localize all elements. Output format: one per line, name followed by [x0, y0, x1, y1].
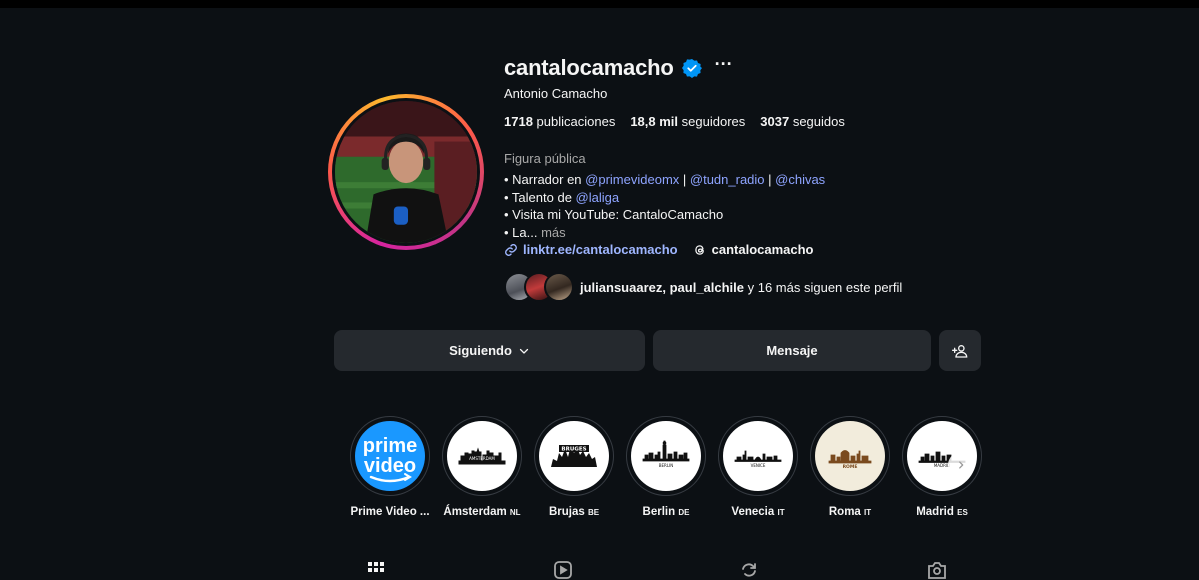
- external-link[interactable]: linktr.ee/cantalocamacho: [523, 242, 678, 257]
- followers-count[interactable]: 18,8 mil seguidores: [630, 114, 745, 129]
- username: cantalocamacho: [504, 55, 674, 80]
- reposts-tab-icon[interactable]: [739, 560, 759, 580]
- reels-tab-icon[interactable]: [553, 560, 573, 580]
- following-button[interactable]: Siguiendo: [334, 330, 645, 371]
- highlight-venecia[interactable]: VENICE Venecia IT: [712, 416, 804, 518]
- bio-line-4: • La... más: [504, 224, 566, 240]
- highlight-label: Brujas BE: [548, 506, 600, 518]
- bio-line-2: • Talento de @laliga: [504, 189, 620, 205]
- highlight-label: Berlin DE: [642, 506, 690, 518]
- highlight-madrid[interactable]: MADRID Madrid ES: [896, 416, 988, 518]
- highlight-label: Roma IT: [828, 506, 872, 518]
- bruges-skyline-icon: BRUGES: [539, 421, 609, 491]
- svg-text:VENICE: VENICE: [751, 463, 766, 468]
- highlight-amsterdam[interactable]: AMSTERDAM Ámsterdam NL: [436, 416, 528, 518]
- following-count[interactable]: 3037 seguidos: [760, 114, 845, 129]
- bio-line-1: • Narrador en @primevideomx | @tudn_radi…: [504, 172, 826, 187]
- mention-primevideomx[interactable]: @primevideomx: [585, 172, 679, 187]
- bio-more-link[interactable]: más: [541, 225, 566, 240]
- link-icon: [505, 243, 517, 256]
- profile-category: Figura pública: [504, 151, 586, 166]
- message-label: Mensaje: [766, 343, 818, 358]
- mention-laliga[interactable]: @laliga: [576, 190, 620, 205]
- verified-badge-icon: [681, 59, 702, 78]
- rome-skyline-icon: ROME: [815, 421, 885, 491]
- posts-count: 1718 publicaciones: [504, 114, 616, 129]
- svg-text:prime: prime: [363, 435, 417, 457]
- threads-icon: [694, 244, 704, 255]
- mutual-rest: y 16 más siguen este perfil: [744, 279, 903, 295]
- links-row: linktr.ee/cantalocamacho cantalocamacho: [504, 242, 814, 257]
- profile-avatar[interactable]: [328, 94, 484, 250]
- tagged-tab-icon[interactable]: [927, 560, 947, 580]
- grid-tab-icon[interactable]: [366, 560, 386, 580]
- highlight-label: Venecia IT: [731, 506, 785, 518]
- top-bar: [0, 0, 1199, 8]
- highlights-next-button[interactable]: [948, 452, 974, 478]
- highlight-brujas[interactable]: BRUGES Brujas BE: [528, 416, 620, 518]
- mention-tudn-radio[interactable]: @tudn_radio: [690, 172, 765, 187]
- highlight-label: Prime Video ...: [350, 506, 430, 518]
- highlight-prime-video[interactable]: prime video Prime Video ...: [344, 416, 436, 518]
- story-highlights: prime video Prime Video ... AMSTERDAM Ám…: [344, 416, 988, 518]
- profile-stats: 1718 publicaciones 18,8 mil seguidores 3…: [504, 114, 860, 129]
- prime-video-logo-icon: prime video: [355, 421, 425, 491]
- svg-text:BRUGES: BRUGES: [561, 447, 586, 453]
- chevron-down-icon: [519, 348, 529, 354]
- avatar-photo: [335, 101, 477, 243]
- mutual-avatars: [504, 272, 574, 302]
- mutual-avatar: [544, 272, 574, 302]
- amsterdam-skyline-icon: AMSTERDAM: [447, 421, 517, 491]
- mention-chivas[interactable]: @chivas: [775, 172, 825, 187]
- profile-bio: • Narrador en @primevideomx | @tudn_radi…: [504, 171, 825, 241]
- svg-text:AMSTERDAM: AMSTERDAM: [469, 456, 495, 461]
- mutual-names: juliansuaarez, paul_alchile: [580, 279, 745, 295]
- svg-text:video: video: [364, 455, 416, 477]
- highlight-label: Madrid ES: [916, 506, 968, 518]
- username-row: cantalocamacho ···: [504, 54, 733, 82]
- add-person-icon: [952, 344, 968, 358]
- chevron-right-icon: [959, 461, 964, 469]
- followed-by[interactable]: juliansuaarez, paul_alchile y 16 más sig…: [504, 272, 902, 302]
- highlight-roma[interactable]: ROME Roma IT: [804, 416, 896, 518]
- full-name: Antonio Camacho: [504, 86, 608, 101]
- svg-text:ROME: ROME: [843, 464, 858, 470]
- bio-line-3: • Visita mi YouTube: CantaloCamacho: [504, 207, 724, 222]
- svg-text:BERLIN: BERLIN: [659, 463, 673, 468]
- suggest-users-button[interactable]: [939, 330, 981, 371]
- options-more-icon[interactable]: ···: [715, 55, 733, 73]
- venice-skyline-icon: VENICE: [723, 421, 793, 491]
- highlight-label: Ámsterdam NL: [443, 506, 521, 518]
- highlight-berlin[interactable]: BERLIN Berlin DE: [620, 416, 712, 518]
- berlin-skyline-icon: BERLIN: [631, 421, 701, 491]
- threads-link[interactable]: cantalocamacho: [693, 242, 814, 257]
- following-label: Siguiendo: [449, 343, 512, 358]
- message-button[interactable]: Mensaje: [653, 330, 931, 371]
